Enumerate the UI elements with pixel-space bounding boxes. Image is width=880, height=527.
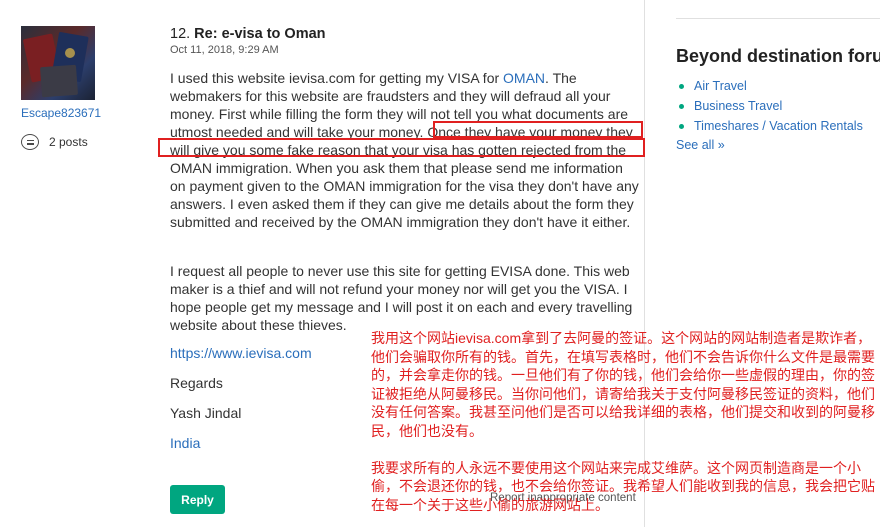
oman-link[interactable]: OMAN (503, 70, 545, 86)
post-signature: Yash Jindal (170, 405, 242, 421)
post-number: 12. (170, 26, 191, 42)
sidebar-title: Beyond destination foru (676, 46, 880, 66)
author-post-count: 2 posts (21, 134, 88, 150)
sidebar-item-label[interactable]: Air Travel (694, 79, 747, 93)
sidebar-item-air-travel[interactable]: Air Travel (676, 77, 863, 97)
sidebar-item-business-travel[interactable]: Business Travel (676, 97, 863, 117)
location-link[interactable]: India (170, 435, 200, 451)
highlight-box-1 (433, 121, 643, 138)
website-link[interactable]: https://www.ievisa.com (170, 345, 312, 361)
post-title: 12. Re: e-visa to Oman (170, 26, 326, 42)
post-regards: Regards (170, 375, 223, 391)
avatar-emblem (65, 48, 75, 58)
sidebar-item-label[interactable]: Business Travel (694, 99, 782, 113)
post-title-text: Re: e-visa to Oman (194, 26, 326, 42)
comment-icon (21, 134, 39, 150)
post-body-text: I used this website ievisa.com for getti… (170, 70, 504, 86)
highlight-box-2 (158, 138, 645, 157)
avatar-passport-dark (39, 64, 79, 98)
post-date: Oct 11, 2018, 9:29 AM (170, 44, 279, 56)
post-body-paragraph-2: I request all people to never use this s… (170, 263, 633, 333)
translation-gap (371, 441, 877, 459)
translation-paragraph-2: 我要求所有的人永远不要使用这个网站来完成艾维萨。这个网页制造商是一个小偷，不会退… (371, 459, 875, 513)
translation-paragraph-1: 我用这个网站ievisa.com拿到了去阿曼的签证。这个网站的网站制造者是欺诈者… (371, 330, 875, 439)
see-all-link[interactable]: See all » (676, 138, 725, 152)
sidebar-top-divider (676, 18, 880, 19)
chinese-translation-note: 我用这个网站ievisa.com拿到了去阿曼的签证。这个网站的网站制造者是欺诈者… (371, 329, 877, 514)
sidebar-item-timeshares[interactable]: Timeshares / Vacation Rentals (676, 117, 863, 137)
sidebar-item-label[interactable]: Timeshares / Vacation Rentals (694, 119, 863, 133)
reply-button[interactable]: Reply (170, 485, 225, 514)
posts-count-label: 2 posts (49, 135, 88, 149)
avatar[interactable] (21, 26, 95, 100)
sidebar-forum-list: Air Travel Business Travel Timeshares / … (676, 77, 863, 137)
author-username[interactable]: Escape823671 (21, 106, 101, 120)
